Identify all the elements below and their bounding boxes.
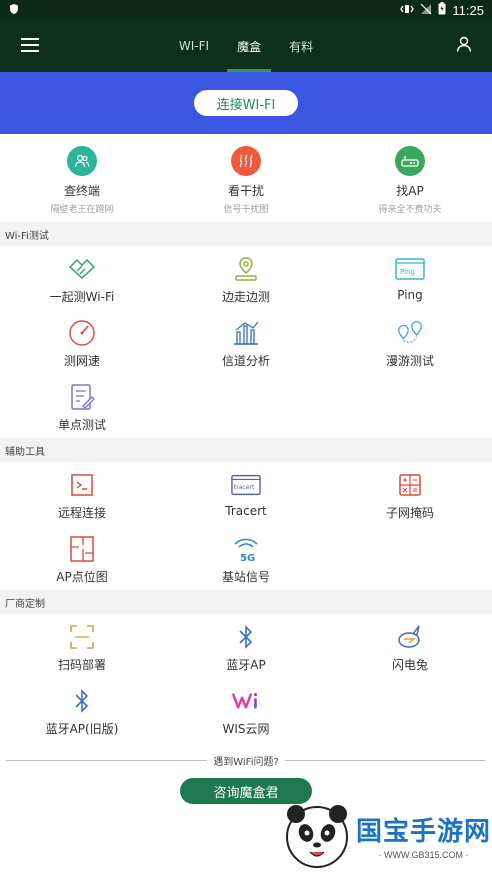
tool-bluetooth-ap[interactable]: 蓝牙AP [164,614,328,678]
watermark: 国宝手游网 · WWW.GB315.COM · [282,794,492,876]
feature-title: 查终端 [63,184,100,198]
feature-subtitle: 得来全不费功夫 [378,205,442,215]
feature-subtitle: 隔壁老王在蹭网 [50,205,114,215]
vendor-grid: 扫码部署 蓝牙AP 闪电兔 蓝牙AP(旧版) WIS云网 [0,614,492,742]
user-button[interactable] [450,32,478,60]
svg-text:tracert: tracert [234,484,255,491]
tool-label: 蓝牙AP [226,658,266,672]
tools-grid: 远程连接 tracert Tracert 子网掩码 AP点位图 5G 基站信号 [0,462,492,590]
router-icon [395,146,425,176]
tool-roaming-test[interactable]: 漫游测试 [328,310,492,374]
tool-label: Tracert [225,504,267,518]
panda-logo-icon [286,805,348,868]
menu-button[interactable] [0,20,60,72]
terminals-icon [67,146,97,176]
tool-speed-test[interactable]: 测网速 [0,310,164,374]
bar-chart-icon [231,318,261,348]
tool-label: 边走边测 [221,290,270,304]
feature-title: 找AP [396,184,424,198]
handshake-icon [67,254,97,284]
help-question: 遇到WiFi问题? [213,756,279,768]
tool-subnet-mask[interactable]: 子网掩码 [328,462,492,526]
tool-bluetooth-ap-old[interactable]: 蓝牙AP(旧版) [0,678,164,742]
tool-ap-map[interactable]: AP点位图 [0,526,164,590]
connect-wifi-button[interactable]: 连接WI-FI [194,90,298,116]
status-time: 11:25 [452,2,484,18]
svg-text:Ping: Ping [400,268,415,276]
tool-single-point[interactable]: 单点测试 [0,374,164,438]
tool-label: Ping [397,288,423,302]
section-header-tools: 辅助工具 [0,438,492,462]
feature-subtitle: 信号干扰图 [223,205,269,215]
feature-find-ap[interactable]: 找AP 得来全不费功夫 [328,134,492,222]
no-signal-icon [420,3,432,18]
section-header-wifi-test: Wi-Fi测试 [0,222,492,246]
wifi-test-grid: 一起测Wi-Fi 边走边测 Ping Ping 测网速 信道分析 漫游测试 单点… [0,246,492,438]
tool-label: 远程连接 [57,506,106,520]
tool-label: 扫码部署 [57,658,106,672]
status-bar: 11:25 [0,0,492,20]
rabbit-icon [395,622,425,652]
tool-ping[interactable]: Ping Ping [328,246,492,310]
tool-scan-deploy[interactable]: 扫码部署 [0,614,164,678]
tool-wis-cloud[interactable]: WIS云网 [164,678,328,742]
feature-interference[interactable]: 看干扰 信号干扰图 [164,134,328,222]
section-header-vendor: 厂商定制 [0,590,492,614]
tool-label: 信道分析 [221,354,270,368]
roaming-icon [395,318,425,348]
tool-label: 子网掩码 [385,506,434,520]
tracert-icon: tracert [231,470,261,500]
tool-label: 一起测Wi-Fi [49,290,115,304]
calculator-icon [395,470,425,500]
watermark-title: 国宝手游网 [356,816,492,847]
tab-bar: WI-FI 魔盒 有料 [0,20,492,72]
tool-label: 闪电兔 [391,658,428,672]
bluetooth-icon [231,622,261,652]
terminal-icon [67,470,97,500]
battery-icon [438,2,446,18]
bluetooth-icon [67,686,97,716]
feature-terminals[interactable]: 查终端 隔壁老王在蹭网 [0,134,164,222]
help-divider: 遇到WiFi问题? [0,742,492,778]
app-toolbar: WI-FI 魔盒 有料 [0,20,492,72]
divider-line [284,759,486,761]
tool-label: 漫游测试 [385,354,434,368]
speedometer-icon [67,318,97,348]
interference-icon [231,146,261,176]
banner: 连接WI-FI [0,72,492,134]
tool-tracert[interactable]: tracert Tracert [164,462,328,526]
ping-icon: Ping [395,254,425,284]
tool-remote-connect[interactable]: 远程连接 [0,462,164,526]
tool-base-station[interactable]: 5G 基站信号 [164,526,328,590]
feature-title: 看干扰 [227,184,264,198]
wis-logo-icon [231,686,261,716]
tool-label: AP点位图 [56,570,108,584]
tool-label: 单点测试 [57,418,106,432]
shield-icon [8,3,20,18]
tool-flash-rabbit[interactable]: 闪电兔 [328,614,492,678]
tool-label: 蓝牙AP(旧版) [45,722,119,736]
vibrate-icon [400,3,415,18]
location-pin-icon [231,254,261,284]
user-icon [456,36,472,56]
document-edit-icon [67,382,97,412]
signal-5g-icon: 5G [231,534,261,564]
top-features: 查终端 隔壁老王在蹭网 看干扰 信号干扰图 找AP 得来全不费功夫 [0,134,492,222]
hamburger-icon [21,37,39,56]
divider-line [6,759,208,761]
floorplan-icon [67,534,97,564]
tool-walk-test[interactable]: 边走边测 [164,246,328,310]
tool-wifi-together[interactable]: 一起测Wi-Fi [0,246,164,310]
tool-label: WIS云网 [222,722,270,736]
tool-channel-analysis[interactable]: 信道分析 [164,310,328,374]
tool-label: 基站信号 [221,570,270,584]
tab-mohe[interactable]: 魔盒 [223,20,275,72]
svg-text:5G: 5G [240,553,255,563]
tab-wifi[interactable]: WI-FI [165,20,223,72]
scan-icon [67,622,97,652]
tool-label: 测网速 [63,354,100,368]
tab-youliao[interactable]: 有料 [275,20,327,72]
watermark-url: · WWW.GB315.COM · [378,849,469,860]
